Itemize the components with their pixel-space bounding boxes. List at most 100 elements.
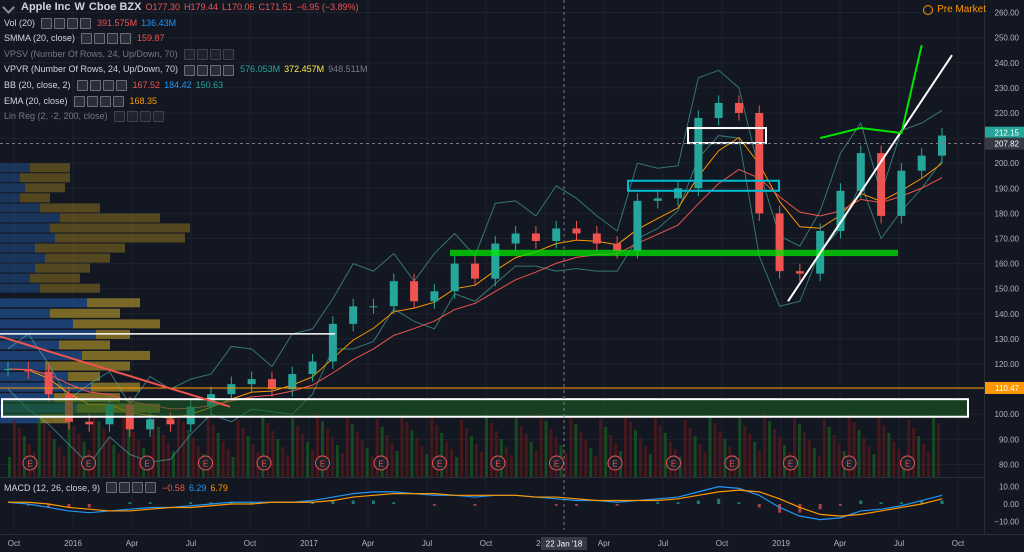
profile-bar-down — [59, 340, 110, 350]
time-tick-label: Oct — [480, 539, 493, 548]
volume-bar — [365, 448, 369, 477]
profile-bar-down — [91, 382, 140, 392]
support-zone-box — [1, 398, 969, 418]
volume-bar — [475, 444, 478, 477]
volume-bar — [276, 439, 280, 477]
candle-body — [166, 419, 175, 425]
candle-body — [795, 271, 804, 274]
profile-bar-down — [35, 263, 90, 273]
price-tick-label: 180.00 — [995, 209, 1020, 218]
earnings-label: E — [437, 460, 442, 469]
candle-body — [247, 379, 256, 385]
volume-bar — [236, 420, 240, 477]
candle-body — [308, 361, 317, 375]
macd-controls[interactable] — [106, 482, 157, 493]
volume-bar — [867, 446, 871, 477]
volume-bar — [862, 438, 866, 477]
volume-bar — [37, 415, 41, 477]
volume-bar — [758, 450, 762, 477]
resistance-zone-box — [450, 249, 898, 257]
volume-bar — [52, 439, 56, 477]
time-tick-label: 2016 — [64, 539, 82, 548]
candle-body — [227, 384, 236, 395]
candle-body — [146, 419, 155, 430]
volume-bar — [802, 432, 806, 477]
candle-body — [511, 233, 520, 244]
volume-bar — [658, 425, 662, 477]
volume-bar — [162, 435, 166, 477]
time-tick-label: Apr — [834, 539, 847, 548]
volume-bar — [246, 436, 250, 477]
volume-bar — [768, 421, 772, 477]
profile-bar-up — [0, 243, 35, 253]
volume-bar — [569, 416, 573, 477]
eye-icon[interactable] — [106, 482, 118, 493]
profile-bar-up — [0, 263, 35, 273]
candle-body — [328, 323, 337, 362]
volume-bar — [241, 428, 245, 477]
volume-bar — [539, 413, 543, 477]
more-icon[interactable] — [145, 482, 157, 493]
earnings-label: E — [729, 460, 734, 469]
volume-bar — [937, 423, 941, 477]
time-tick-label: Oct — [244, 539, 257, 548]
volume-bar — [415, 438, 419, 477]
settings-icon[interactable] — [119, 482, 131, 493]
candle-body — [44, 371, 53, 395]
volume-bar — [529, 442, 533, 477]
volume-bar — [181, 422, 185, 477]
volume-bar — [564, 453, 568, 477]
macd-tick-label: 10.00 — [999, 483, 1020, 492]
volume-bar — [932, 415, 936, 477]
candle-body — [430, 291, 439, 302]
price-tick-label: 160.00 — [995, 260, 1020, 269]
profile-bar-down — [30, 163, 70, 173]
candle-body — [531, 233, 540, 242]
volume-bar — [549, 429, 553, 477]
time-tick-label: Oct — [716, 539, 729, 548]
price-chart[interactable]: E E E E E E E E E E E E E E E E 260.00 250.00 240.00 230.00… — [0, 0, 1024, 552]
volume-bar — [917, 436, 921, 477]
earnings-label: E — [554, 460, 559, 469]
volume-bar — [107, 437, 111, 477]
volume-bar — [748, 434, 752, 477]
volume-bar — [912, 428, 916, 477]
volume-bar — [837, 443, 841, 477]
price-tick-label: 140.00 — [995, 310, 1020, 319]
time-axis-bg — [0, 534, 1024, 552]
volume-bar — [395, 451, 399, 477]
price-tick-label: 220.00 — [995, 109, 1020, 118]
price-tick-label: 150.00 — [995, 285, 1020, 294]
volume-bar — [350, 424, 354, 477]
earnings-label: E — [495, 460, 500, 469]
volume-bar — [688, 428, 692, 477]
price-tick-label: 250.00 — [995, 34, 1020, 43]
volume-bar — [296, 426, 300, 477]
price-tick-label: 260.00 — [995, 9, 1020, 18]
volume-bar — [922, 444, 926, 477]
profile-bar-up — [0, 173, 20, 183]
volume-bar — [360, 440, 364, 477]
close-icon[interactable] — [132, 482, 144, 493]
profile-bar-down — [50, 308, 120, 318]
volume-bar — [62, 455, 66, 477]
sun-icon — [923, 4, 934, 15]
volume-bar — [857, 430, 861, 477]
volume-bar — [425, 454, 429, 477]
time-tick-label: Oct — [8, 539, 21, 548]
volume-bar — [157, 427, 161, 477]
volume-bar — [122, 416, 126, 477]
macd-label: MACD (12, 26, close, 9) — [4, 482, 101, 493]
earnings-label: E — [144, 460, 149, 469]
time-tick-label: Jul — [186, 539, 196, 548]
profile-bar-down — [60, 213, 160, 223]
candle-body — [938, 135, 946, 156]
premarket-label: Pre Market — [937, 4, 986, 15]
profile-bar-down — [25, 183, 65, 193]
volume-bar — [470, 436, 474, 477]
earnings-label: E — [261, 460, 266, 469]
volume-bar — [524, 434, 528, 477]
candle-body — [491, 243, 500, 279]
profile-bar-down — [20, 173, 70, 183]
candle-body — [85, 421, 94, 425]
